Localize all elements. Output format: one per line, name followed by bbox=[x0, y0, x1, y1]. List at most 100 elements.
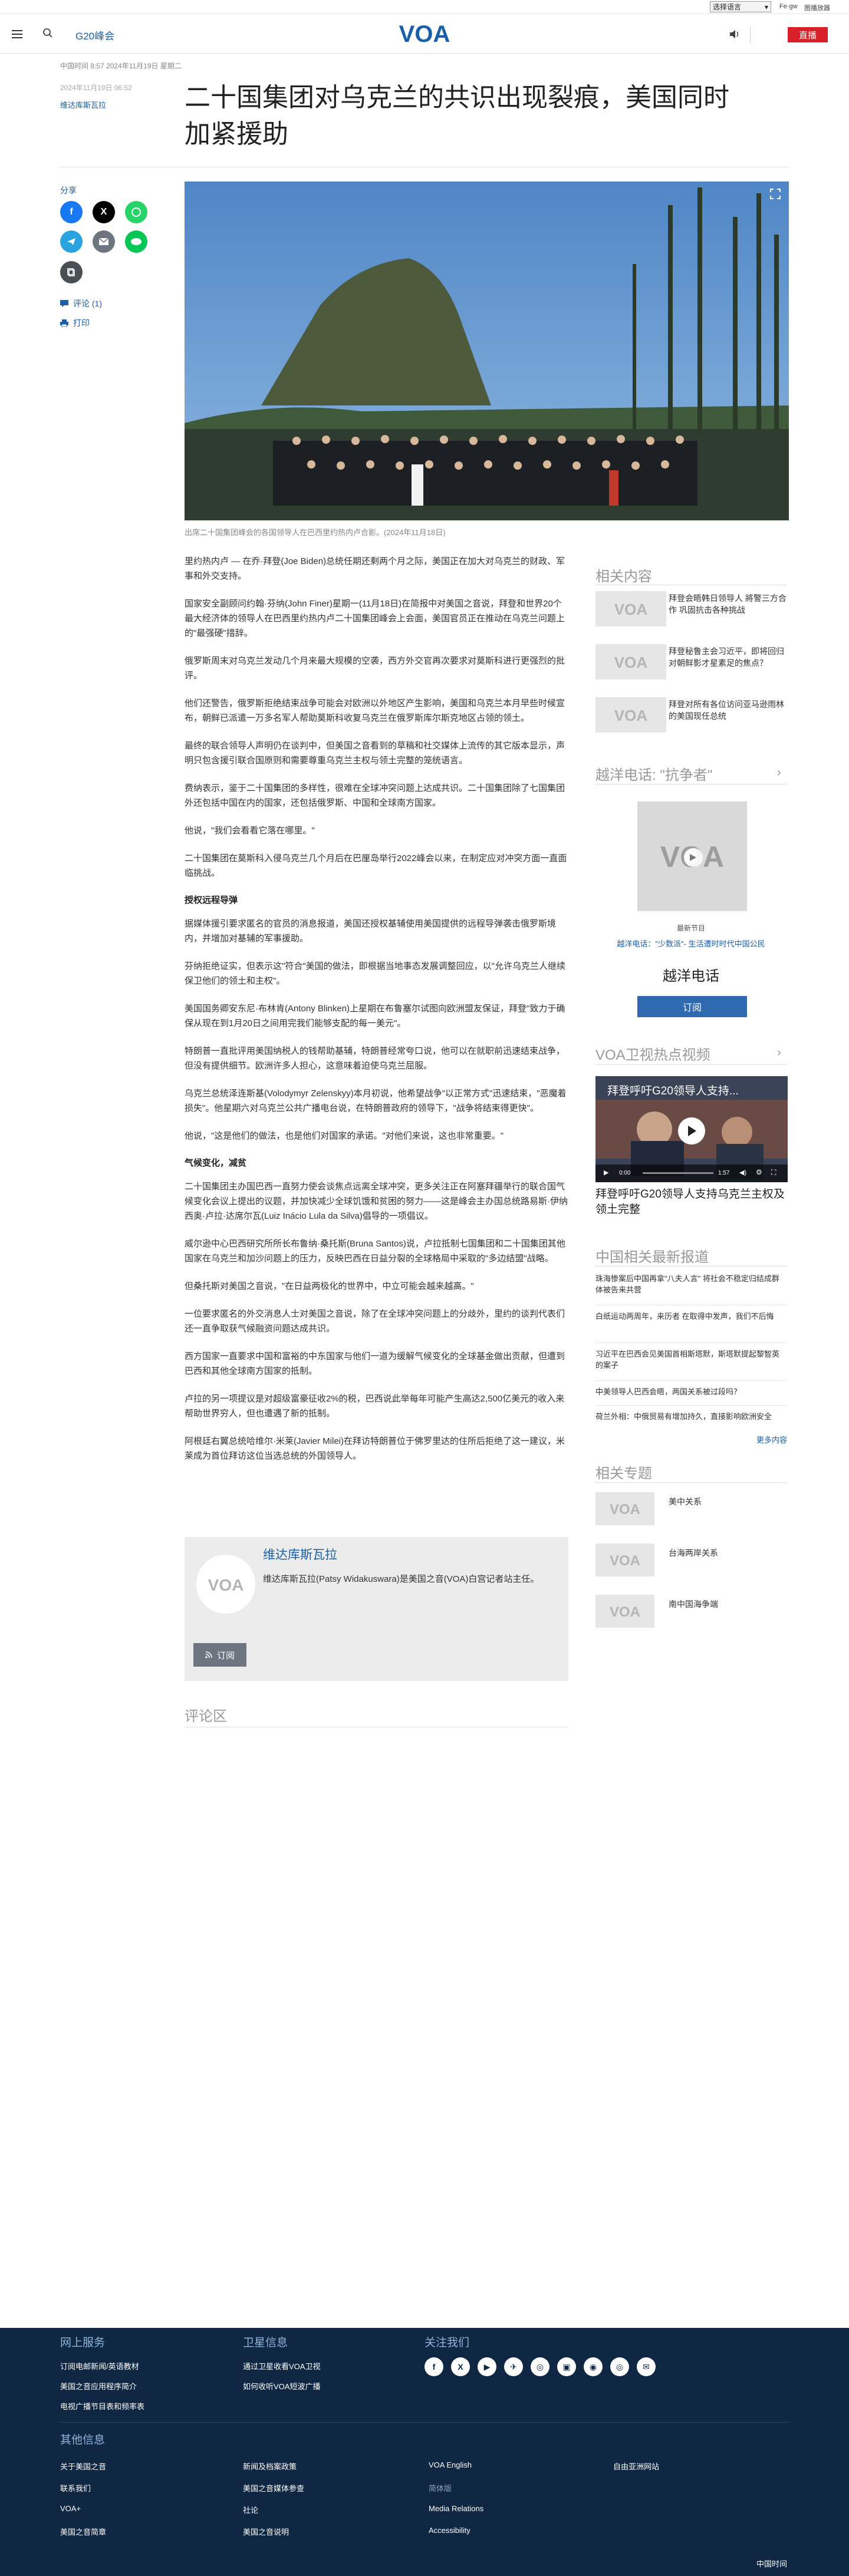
app-icon[interactable]: ▣ bbox=[557, 2357, 576, 2376]
telegram-icon[interactable]: ✈ bbox=[504, 2357, 523, 2376]
related-item[interactable]: VOA 拜登对所有各位访问亚马逊雨林的美国现任总统 bbox=[595, 697, 787, 744]
radio-thumbnail[interactable]: VOA bbox=[637, 802, 747, 911]
footer-link[interactable]: 订阅电邮新闻/英语教材 bbox=[60, 2360, 139, 2371]
paragraph: 他说，"我们会看看它落在哪里。" bbox=[185, 826, 315, 836]
email-icon[interactable]: ✉ bbox=[637, 2357, 656, 2376]
chevron-right-icon[interactable]: › bbox=[777, 766, 781, 780]
paragraph: 美国国务卿安东尼·布林肯(Antony Blinken)上星期在布鲁塞尔试图向欧… bbox=[185, 1004, 565, 1028]
utility-bar: 选择语言 ▾ Fe·gw 图播放器 bbox=[0, 0, 849, 14]
settings-icon[interactable]: ⚙ bbox=[756, 1168, 762, 1176]
related-item[interactable]: VOA 拜登秘鲁主会习近平，即将回归对朝鲜影才星素足的焦点？ bbox=[595, 644, 787, 691]
fullscreen-icon[interactable]: ⛶ bbox=[771, 1168, 776, 1177]
page: 选择语言 ▾ Fe·gw 图播放器 G20峰会 VOA 直播 中国时间 8:57… bbox=[0, 0, 849, 2576]
voa-logo[interactable]: VOA bbox=[394, 21, 455, 47]
util-link-2[interactable]: 图播放器 bbox=[804, 3, 830, 12]
footer-link[interactable]: 社论 bbox=[243, 2504, 258, 2515]
section-link[interactable]: G20峰会 bbox=[75, 28, 114, 42]
hero-image bbox=[185, 182, 789, 520]
footer-link[interactable]: 关于美国之音 bbox=[60, 2460, 106, 2472]
news-item[interactable]: 荷兰外相：中俄贸易有增加持久，直接影响欧洲安全 bbox=[595, 1411, 787, 1422]
facebook-icon[interactable]: f bbox=[60, 201, 83, 223]
radio-title[interactable]: 越洋电话: "抗争者" bbox=[595, 763, 712, 784]
footer-link[interactable]: 联系我们 bbox=[60, 2482, 91, 2493]
footer-link[interactable]: 美国之音媒体参查 bbox=[243, 2482, 304, 2493]
footer-link[interactable]: 电视广播节目表和频率表 bbox=[60, 2400, 144, 2412]
footer-other-title: 其他信息 bbox=[60, 2434, 106, 2446]
play-icon[interactable] bbox=[678, 1117, 705, 1144]
x-icon[interactable]: X bbox=[451, 2357, 470, 2376]
youtube-icon[interactable]: ▶ bbox=[478, 2357, 496, 2376]
video-player[interactable]: 拜登呼吁G20领导人支持... ▶ 0:00 1:57 ◀) ⚙ ⛶ bbox=[595, 1076, 788, 1182]
fullscreen-icon[interactable] bbox=[770, 189, 781, 202]
footer-link[interactable]: 通过卫星收看VOA卫视 bbox=[243, 2360, 320, 2371]
svg-text:VOA: VOA bbox=[610, 1553, 640, 1568]
comments-link[interactable]: 评论 (1) bbox=[60, 298, 102, 309]
whatsapp-icon[interactable] bbox=[125, 201, 147, 223]
rss-icon[interactable]: ◉ bbox=[584, 2357, 603, 2376]
page-title: 二十国集团对乌克兰的共识出现裂痕，美国同时 加紧援助 bbox=[185, 80, 792, 153]
search-icon[interactable] bbox=[42, 28, 53, 41]
instagram-icon[interactable]: ◎ bbox=[531, 2357, 549, 2376]
latest-title: 中国相关最新报道 bbox=[595, 1249, 709, 1265]
related-item[interactable]: VOA 拜登会晤韩日领导人 將警三方合作 巩固抗击各种挑战 bbox=[595, 591, 787, 638]
news-item[interactable]: 习近平在巴西会见美国首相斯塔默，斯塔默提起黎智英的案子 bbox=[595, 1348, 787, 1371]
print-link[interactable]: 打印 bbox=[60, 317, 90, 329]
live-button[interactable]: 直播 bbox=[788, 27, 828, 42]
news-item[interactable]: 珠海惨案后中国再拿"八夫人言" 将社会不稳定归结成群体被告来共营 bbox=[595, 1273, 787, 1295]
paragraph: 费纳表示，鉴于二十国集团的多样性，很难在全球冲突问题上达成共识。二十国集团除了七… bbox=[185, 783, 565, 808]
avatar[interactable]: VOA bbox=[196, 1555, 255, 1614]
footer-link[interactable]: VOA English bbox=[429, 2460, 472, 2469]
related-item-title: 拜登秘鲁主会习近平，即将回归对朝鲜影才星素足的焦点？ bbox=[669, 647, 784, 668]
author-box: VOA 维达库斯瓦拉 维达库斯瓦拉(Patsy Widakuswara)是美国之… bbox=[185, 1537, 568, 1681]
news-separator bbox=[595, 1405, 787, 1406]
footer-link[interactable]: 简体版 bbox=[429, 2482, 452, 2493]
paragraph: 他说，"这是他们的做法，也是他们对国家的承诺。"对他们来说，这也非常重要。" bbox=[185, 1131, 504, 1141]
radio-subscribe-button[interactable]: 订阅 bbox=[637, 996, 747, 1017]
video-caption[interactable]: 拜登呼吁G20领导人支持乌克兰主权及领土完整 bbox=[595, 1187, 788, 1218]
logo-text: VOA bbox=[399, 21, 450, 47]
title-line-2: 加紧援助 bbox=[185, 120, 288, 149]
svg-text:VOA: VOA bbox=[610, 1502, 640, 1516]
copy-link-icon[interactable] bbox=[60, 261, 83, 283]
facebook-icon[interactable]: f bbox=[424, 2357, 443, 2376]
topic-item[interactable]: VOA 南中国海争端 bbox=[595, 1595, 787, 1642]
chevron-right-icon[interactable]: › bbox=[777, 1046, 781, 1060]
email-icon[interactable] bbox=[93, 230, 115, 253]
footer-link[interactable]: Media Relations bbox=[429, 2504, 483, 2513]
footer-link[interactable]: 美国之音简章 bbox=[60, 2526, 106, 2537]
topic-item[interactable]: VOA 美中关系 bbox=[595, 1492, 787, 1539]
menu-icon[interactable] bbox=[12, 30, 22, 38]
language-select[interactable]: 选择语言 ▾ bbox=[710, 1, 771, 12]
news-item[interactable]: 中美领导人巴西会晤，两国关系被过段吗？ bbox=[595, 1386, 787, 1397]
util-link-1[interactable]: Fe·gw bbox=[779, 3, 798, 10]
news-item[interactable]: 白纸运动两周年，来历者 在取得中发声，我们不后悔 bbox=[595, 1311, 787, 1322]
related-item-title: 拜登对所有各位访问亚马逊雨林的美国现任总统 bbox=[669, 700, 784, 721]
audio-icon[interactable] bbox=[729, 29, 741, 42]
footer-link[interactable]: 美国之音应用程序简介 bbox=[60, 2380, 137, 2392]
video-progress[interactable] bbox=[643, 1172, 713, 1174]
radio-episode-link[interactable]: 越洋电话："少数派"- 生活遭时时代中国公民 bbox=[595, 938, 787, 949]
paragraph: 据媒体援引要求匿名的官员的消息报道，美国还授权基辅使用美国提供的远程导弹袭击俄罗… bbox=[185, 919, 557, 944]
more-news-link[interactable]: 更多内容 bbox=[756, 1434, 787, 1445]
footer-link[interactable]: Accessibility bbox=[429, 2526, 470, 2535]
rss-subscribe-button[interactable]: 订阅 bbox=[193, 1643, 246, 1667]
x-icon[interactable]: X bbox=[93, 201, 115, 223]
footer-link[interactable]: 美国之音说明 bbox=[243, 2526, 289, 2537]
play-small-icon[interactable]: ▶ bbox=[604, 1169, 608, 1176]
topic-item[interactable]: VOA 台海两岸关系 bbox=[595, 1543, 787, 1591]
volume-icon[interactable]: ◀) bbox=[739, 1169, 746, 1176]
footer-link[interactable]: 新闻及档案政策 bbox=[243, 2460, 297, 2472]
footer-link[interactable]: 如何收听VOA短波广播 bbox=[243, 2380, 320, 2392]
video-section-title[interactable]: VOA卫视热点视频 bbox=[595, 1043, 710, 1064]
subscribe-label: 订阅 bbox=[216, 1650, 235, 1661]
footer-link[interactable]: 自由亚洲网站 bbox=[613, 2460, 659, 2472]
author-name[interactable]: 维达库斯瓦拉 bbox=[263, 1545, 337, 1563]
podcast-icon[interactable]: ◎ bbox=[610, 2357, 629, 2376]
telegram-icon[interactable] bbox=[60, 230, 83, 253]
line-icon[interactable] bbox=[125, 230, 147, 253]
paragraph: 一位要求匿名的外交消息人士对美国之音说，除了在全球冲突问题上的分歧外，里约的谈判… bbox=[185, 1309, 565, 1334]
topics-divider bbox=[595, 1482, 787, 1483]
author-link[interactable]: 维达库斯瓦拉 bbox=[60, 99, 106, 110]
print-icon bbox=[60, 319, 68, 327]
footer-link[interactable]: VOA+ bbox=[60, 2504, 81, 2513]
